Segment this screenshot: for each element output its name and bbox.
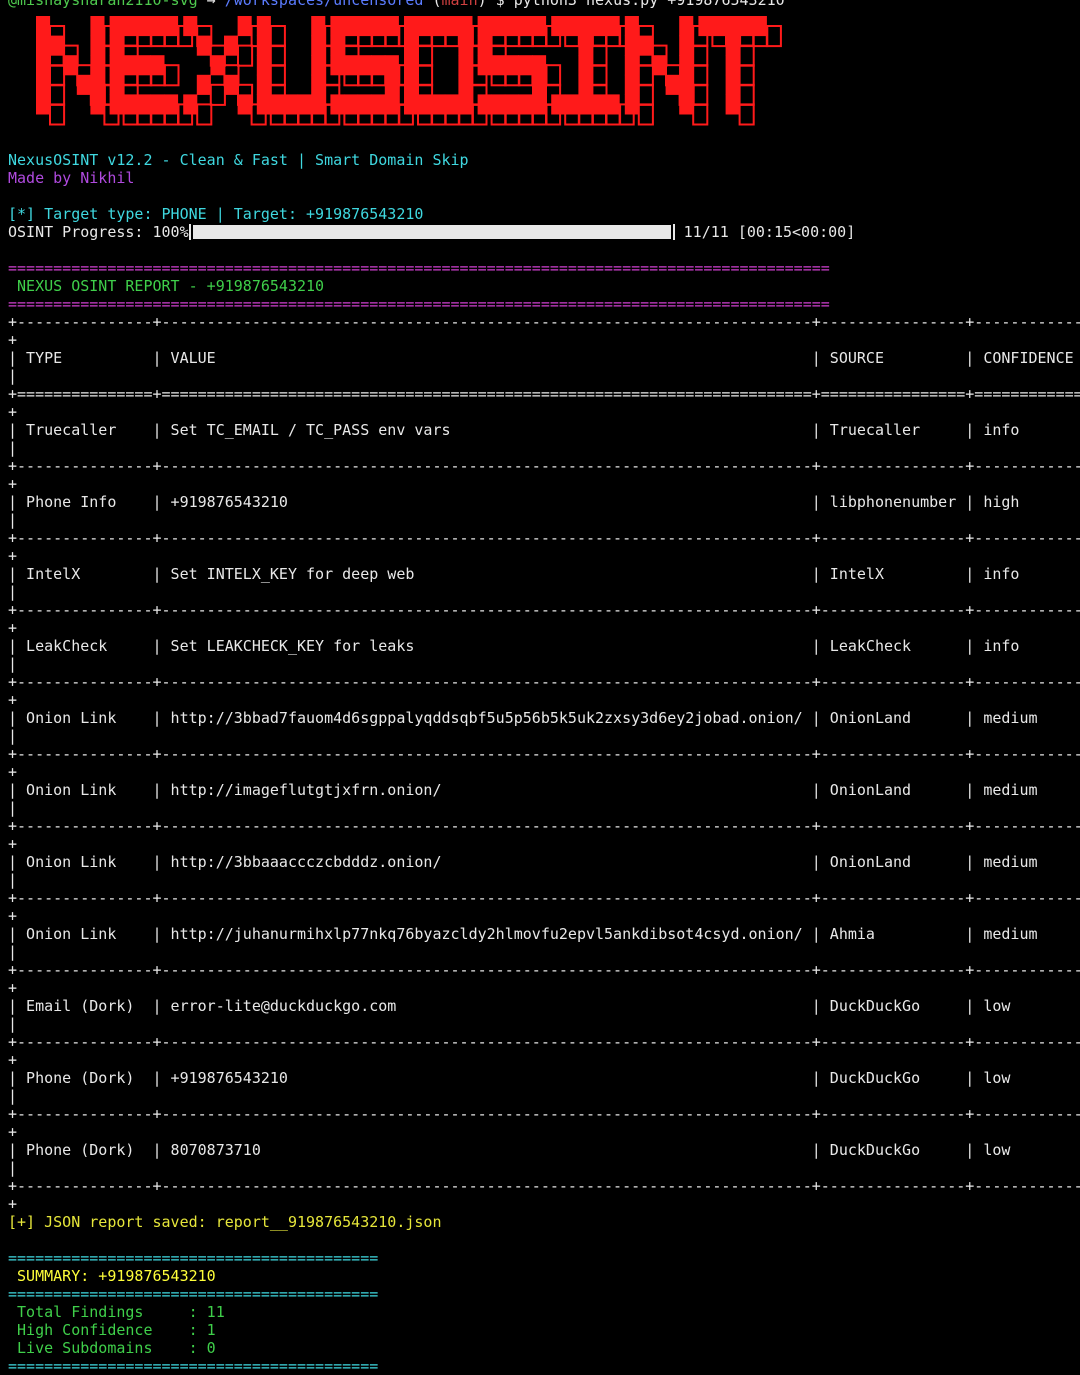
table-row: | Truecaller | Set TC_EMAIL / TC_PASS en…: [8, 421, 1080, 439]
table-row-wrap: |: [8, 655, 18, 673]
table-row-wrap: |: [8, 943, 18, 961]
progress-bar-fill: [192, 225, 671, 239]
progress-line: OSINT Progress: 100% 11/11 [00:15<00:00]: [8, 223, 855, 241]
prompt-path: /workspaces/uncensored: [224, 0, 424, 9]
summary-title: SUMMARY: +919876543210: [8, 1267, 216, 1285]
table-row-wrap: |: [8, 1087, 18, 1105]
table-row-wrap: |: [8, 1159, 18, 1177]
table-row-wrap: |: [8, 727, 18, 745]
table-row: | Phone (Dork) | 8070873710 | DuckDuckGo…: [8, 1141, 1080, 1159]
report-rule-top: ========================================…: [8, 259, 830, 277]
progress-bar: [188, 223, 675, 241]
table-row-wrap: |: [8, 583, 18, 601]
table-row-border-wrap: +: [8, 1195, 18, 1213]
summary-rule-top: ========================================…: [8, 1249, 379, 1267]
table-row: | Phone Info | +919876543210 | libphonen…: [8, 493, 1080, 511]
prompt-branch-open: (: [423, 0, 442, 9]
table-row-border-wrap: +: [8, 547, 18, 565]
summary-live-subdomains: Live Subdomains : 0: [8, 1339, 216, 1357]
prompt-branch: main: [441, 0, 478, 9]
shell-prompt: @mishaysharan2110-svg → /workspaces/unce…: [8, 0, 785, 9]
table-header-separator-wrap: +: [8, 403, 18, 421]
table-row-border: +---------------+-----------------------…: [8, 961, 1080, 979]
table-header-row-wrap: |: [8, 367, 18, 385]
table-row-border-wrap: +: [8, 691, 18, 709]
table-row-border: +---------------+-----------------------…: [8, 529, 1080, 547]
progress-timing: [00:15<00:00]: [737, 223, 856, 241]
table-row: | IntelX | Set INTELX_KEY for deep web |…: [8, 565, 1080, 583]
table-row: | Email (Dork) | error-lite@duckduckgo.c…: [8, 997, 1080, 1015]
table-row-border: +---------------+-----------------------…: [8, 1105, 1080, 1123]
table-row-border-wrap: +: [8, 835, 18, 853]
table-row: | Phone (Dork) | +919876543210 | DuckDuc…: [8, 1069, 1080, 1087]
table-row-border: +---------------+-----------------------…: [8, 601, 1080, 619]
version-line: NexusOSINT v12.2 - Clean & Fast | Smart …: [8, 151, 469, 169]
table-border-top: +---------------+-----------------------…: [8, 313, 1080, 331]
progress-percent: 100%: [152, 223, 189, 241]
table-row-border: +---------------+-----------------------…: [8, 673, 1080, 691]
table-row-border: +---------------+-----------------------…: [8, 457, 1080, 475]
table-row: | Onion Link | http://3bbaaaccczcbdddz.o…: [8, 853, 1080, 871]
table-header-separator: +===============+=======================…: [8, 385, 1080, 403]
nexusosint-banner-logo: [36, 16, 782, 126]
summary-rule-bottom: ========================================…: [8, 1357, 379, 1375]
table-row-wrap: |: [8, 511, 18, 529]
table-row-wrap: |: [8, 439, 18, 457]
table-row-border: +---------------+-----------------------…: [8, 817, 1080, 835]
table-row-border: +---------------+-----------------------…: [8, 889, 1080, 907]
table-row-border: +---------------+-----------------------…: [8, 745, 1080, 763]
report-title: NEXUS OSINT REPORT - +919876543210: [8, 277, 325, 295]
prompt-separator: →: [197, 0, 225, 9]
table-row-border-wrap: +: [8, 979, 18, 997]
target-line: [*] Target type: PHONE | Target: +919876…: [8, 205, 423, 223]
table-row-border-wrap: +: [8, 619, 18, 637]
target-type: PHONE: [161, 205, 207, 223]
report-rule-bottom: ========================================…: [8, 295, 830, 313]
table-row: | LeakCheck | Set LEAKCHECK_KEY for leak…: [8, 637, 1080, 655]
summary-high-confidence: High Confidence : 1: [8, 1321, 216, 1339]
made-by-line: Made by Nikhil: [8, 169, 135, 187]
table-row-border: +---------------+-----------------------…: [8, 1033, 1080, 1051]
table-row-border-wrap: +: [8, 763, 18, 781]
table-header-row: | TYPE | VALUE | SOURCE | CONFIDENCE: [8, 349, 1080, 367]
summary-rule-mid: ========================================…: [8, 1285, 379, 1303]
table-row-wrap: |: [8, 1015, 18, 1033]
table-row-wrap: |: [8, 871, 18, 889]
table-row: | Onion Link | http://juhanurmihxlp77nkq…: [8, 925, 1080, 943]
table-row-wrap: |: [8, 799, 18, 817]
summary-total-findings: Total Findings : 11: [8, 1303, 225, 1321]
table-row-border-wrap: +: [8, 1051, 18, 1069]
table-row: | Onion Link | http://3bbad7fauom4d6sgpp…: [8, 709, 1080, 727]
table-row-border: +---------------+-----------------------…: [8, 1177, 1080, 1195]
table-row-border-wrap: +: [8, 1123, 18, 1141]
prompt-command: python3 nexus.py +919876543210: [513, 0, 785, 9]
progress-count: 11/11: [683, 223, 729, 241]
progress-label: OSINT Progress:: [8, 223, 153, 241]
target-separator: | Target:: [206, 205, 307, 223]
prompt-dollar: $: [486, 0, 514, 9]
json-saved-line: [+] JSON report saved: report__919876543…: [8, 1213, 442, 1231]
table-row-border-wrap: +: [8, 475, 18, 493]
prompt-branch-close: ): [477, 0, 487, 9]
target-prefix: [*] Target type:: [8, 205, 162, 223]
table-row-border-wrap: +: [8, 907, 18, 925]
prompt-user: @mishaysharan2110-svg: [8, 0, 198, 9]
table-border-top-wrap: +: [8, 331, 18, 349]
table-row: | Onion Link | http://imageflutgtjxfrn.o…: [8, 781, 1080, 799]
target-value: +919876543210: [306, 205, 424, 223]
